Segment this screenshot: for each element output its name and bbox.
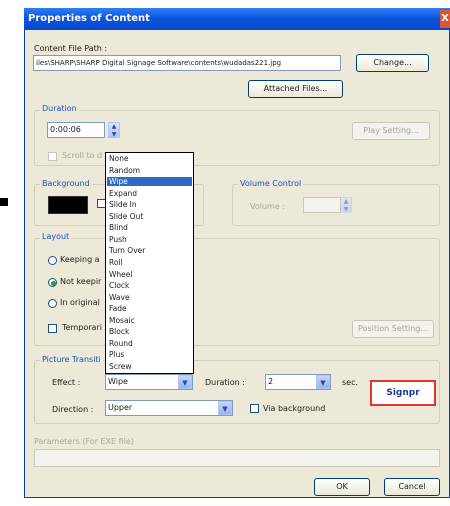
change-button[interactable]: Change... <box>356 54 429 72</box>
signature-text: Signpr <box>386 388 420 398</box>
position-setting-button[interactable]: Position Setting... <box>352 320 434 338</box>
direction-select[interactable]: Upper <box>105 400 233 416</box>
effect-option[interactable]: Expand <box>107 189 192 198</box>
layout-option-original-label: In original <box>60 298 100 307</box>
effect-option[interactable]: Wipe <box>107 177 192 187</box>
window-title: Properties of Content <box>28 13 150 24</box>
transition-duration-arrow-icon[interactable]: ▼ <box>316 375 330 389</box>
attached-files-button[interactable]: Attached Files... <box>248 80 343 98</box>
signature-stamp: Signpr <box>370 380 436 406</box>
effect-option[interactable]: Turn Over <box>107 246 192 255</box>
scroll-checkbox[interactable] <box>48 152 57 161</box>
parameters-field[interactable] <box>34 449 440 467</box>
via-background-label: Via background <box>263 404 326 413</box>
effect-option[interactable]: Push <box>107 235 192 244</box>
temporary-label: Temporari <box>62 323 102 332</box>
effect-option[interactable]: Plus <box>107 350 192 359</box>
close-icon: X <box>441 13 449 24</box>
volume-spinner[interactable]: ▲ ▼ <box>340 197 352 213</box>
background-color-swatch[interactable] <box>48 196 88 214</box>
effect-option[interactable]: Slide Out <box>107 212 192 221</box>
layout-option-not-keeping-radio[interactable] <box>48 278 57 287</box>
effect-dropdown-list[interactable]: None Random Wipe Expand Slide In Slide Out Bli… <box>105 152 194 374</box>
effect-select-value: Wipe <box>108 377 128 386</box>
spin-down-icon: ▼ <box>111 131 117 138</box>
spin-down-icon: ▼ <box>343 206 349 213</box>
effect-option[interactable]: Slide In <box>107 200 192 209</box>
volume-label: Volume : <box>250 202 285 211</box>
background-group-label: Background <box>40 179 92 188</box>
layout-group-label: Layout <box>40 232 72 241</box>
scroll-label: Scroll to d <box>62 151 103 160</box>
play-setting-button[interactable]: Play Setting... <box>352 122 430 140</box>
duration-group-label: Duration <box>40 104 79 113</box>
spin-up-icon: ▲ <box>111 123 117 130</box>
effect-label: Effect : <box>52 378 81 387</box>
effect-option[interactable]: Block <box>107 327 192 336</box>
temporary-checkbox[interactable] <box>48 324 57 333</box>
close-button[interactable]: X <box>440 10 450 28</box>
effect-option[interactable]: Wheel <box>107 270 192 279</box>
title-bar[interactable]: Properties of Content <box>24 8 450 30</box>
duration-input[interactable]: 0:00:06 <box>47 122 105 138</box>
direction-label: Direction : <box>52 405 94 414</box>
effect-option[interactable]: Round <box>107 339 192 348</box>
layout-option-original-radio[interactable] <box>48 299 57 308</box>
effect-option[interactable]: Roll <box>107 258 192 267</box>
effect-option[interactable]: Screw <box>107 362 192 371</box>
parameters-label: Parameters (For EXE file) <box>34 437 134 446</box>
layout-option-not-keeping-label: Not keepir <box>60 277 102 286</box>
spin-up-icon: ▲ <box>343 198 349 205</box>
content-file-path-field[interactable]: iles\SHARP\SHARP Digital Signage Softwar… <box>33 55 341 71</box>
volume-input[interactable] <box>303 197 341 213</box>
effect-option[interactable]: None <box>107 154 192 163</box>
content-file-path-label: Content File Path : <box>34 44 108 53</box>
effect-option[interactable]: Fade <box>107 304 192 313</box>
bullet-marker <box>0 198 8 206</box>
sec-label: sec. <box>342 378 359 387</box>
via-background-checkbox[interactable] <box>250 404 259 413</box>
effect-option[interactable]: Random <box>107 166 192 175</box>
effect-option[interactable]: Mosaic <box>107 316 192 325</box>
transition-duration-value: 2 <box>268 377 274 386</box>
effect-option[interactable]: Wave <box>107 293 192 302</box>
cancel-button[interactable]: Cancel <box>384 478 440 496</box>
effect-option[interactable]: Clock <box>107 281 192 290</box>
layout-option-keeping-label: Keeping a <box>60 255 100 264</box>
direction-select-value: Upper <box>108 403 133 412</box>
effect-option[interactable]: Blind <box>107 223 192 232</box>
duration-spinner[interactable]: ▲ ▼ <box>108 122 120 138</box>
direction-dropdown-arrow-icon[interactable]: ▼ <box>218 401 232 415</box>
effect-dropdown-arrow-icon[interactable]: ▼ <box>178 375 192 389</box>
picture-transition-group-label: Picture Transiti <box>40 355 103 364</box>
ok-button[interactable]: OK <box>314 478 370 496</box>
transition-duration-label: Duration : <box>205 378 245 387</box>
volume-group-label: Volume Control <box>238 179 304 188</box>
layout-option-keeping-radio[interactable] <box>48 256 57 265</box>
